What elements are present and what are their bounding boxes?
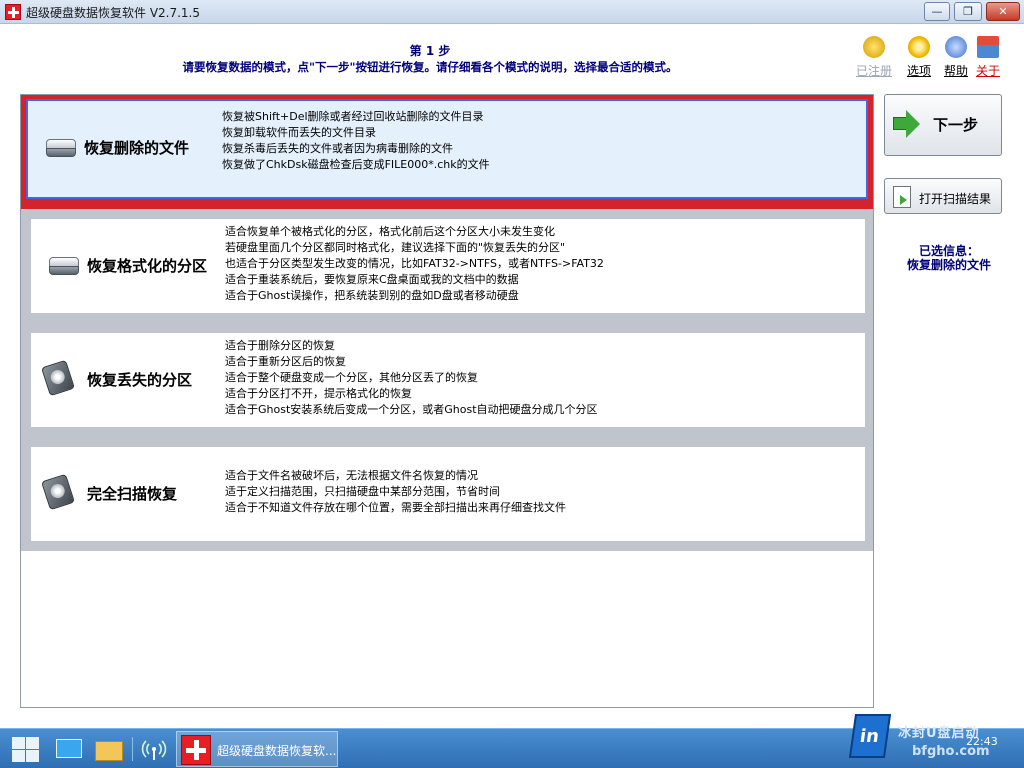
mode-row-full-scan[interactable]: 完全扫描恢复 适合于文件名被破坏后，无法根据文件名恢复的情况 适于定义扫描范围，… — [21, 437, 873, 551]
selection-value: 恢复删除的文件 — [906, 258, 991, 272]
hard-drive-icon — [41, 359, 75, 397]
mode-name: 恢复丢失的分区 — [87, 371, 193, 389]
mode-list: 恢复删除的文件 恢复被Shift+Del删除或者经过回收站删除的文件目录 恢复卸… — [20, 94, 874, 708]
folder-icon[interactable] — [94, 735, 123, 763]
mode-line: 适于定义扫描范围，只扫描硬盘中某部分范围，节省时间 — [225, 485, 500, 498]
registered-label: 已注册 — [856, 64, 893, 78]
mode-line: 适合于重新分区后的恢复 — [225, 355, 346, 368]
help-label: 帮助 — [943, 64, 968, 78]
taskbar-app-button[interactable]: 超级硬盘数据恢复软... — [176, 731, 338, 767]
mode-line: 恢复卸载软件而丢失的文件目录 — [222, 126, 376, 139]
mode-name: 完全扫描恢复 — [87, 485, 178, 503]
hard-drive-icon — [41, 473, 75, 511]
mode-line: 适合于Ghost误操作，把系统装到别的盘如D盘或者移动硬盘 — [225, 289, 519, 302]
mode-line: 适合于文件名被破坏后，无法根据文件名恢复的情况 — [225, 469, 478, 482]
taskbar-app-label: 超级硬盘数据恢复软... — [217, 744, 337, 758]
help-icon — [945, 36, 967, 58]
disk-icon — [46, 139, 76, 157]
house-icon — [977, 36, 999, 58]
mode-name: 恢复删除的文件 — [84, 139, 190, 157]
mode-line: 适合于整个硬盘变成一个分区，其他分区丢了的恢复 — [225, 371, 478, 384]
step-description: 请要恢复数据的模式，点"下一步"按钮进行恢复。请仔细看各个模式的说明，选择最合适… — [182, 60, 678, 74]
mode-name: 恢复格式化的分区 — [87, 257, 208, 275]
main-window: 第 1 步 请要恢复数据的模式，点"下一步"按钮进行恢复。请仔细看各个模式的说明… — [0, 24, 1024, 728]
help-button[interactable]: 帮助 — [938, 36, 974, 79]
gear-icon — [908, 36, 930, 58]
mode-line: 适合于不知道文件存放在哪个位置，需要全部扫描出来再仔细查找文件 — [225, 501, 566, 514]
toolbar: 已注册 选项 帮助 关于 — [856, 36, 1006, 88]
window-title: 超级硬盘数据恢复软件 V2.7.1.5 — [26, 6, 201, 20]
open-file-icon — [893, 186, 911, 208]
mode-row-recover-lost-partition[interactable]: 恢复丢失的分区 适合于删除分区的恢复 适合于重新分区后的恢复 适合于整个硬盘变成… — [21, 323, 873, 437]
mode-row-recover-formatted[interactable]: 恢复格式化的分区 适合恢复单个被格式化的分区，格式化前后这个分区大小未发生变化 … — [21, 209, 873, 323]
mode-line: 恢复被Shift+Del删除或者经过回收站删除的文件目录 — [222, 110, 484, 123]
close-button[interactable]: ✕ — [986, 2, 1020, 21]
minimize-button[interactable]: — — [924, 2, 950, 21]
mode-line: 恢复做了ChkDsk磁盘检查后变成FILE000*.chk的文件 — [222, 158, 490, 171]
mode-line: 适合于Ghost安装系统后变成一个分区，或者Ghost自动把硬盘分成几个分区 — [225, 403, 598, 416]
mode-card[interactable]: 恢复丢失的分区 适合于删除分区的恢复 适合于重新分区后的恢复 适合于整个硬盘变成… — [31, 333, 865, 427]
watermark-logo: in — [848, 714, 892, 758]
maximize-button[interactable]: ❐ — [954, 2, 982, 21]
next-step-button[interactable]: 下一步 — [884, 94, 1002, 156]
mode-line: 适合恢复单个被格式化的分区，格式化前后这个分区大小未发生变化 — [225, 225, 555, 238]
mode-card[interactable]: 完全扫描恢复 适合于文件名被破坏后，无法根据文件名恢复的情况 适于定义扫描范围，… — [31, 447, 865, 541]
mode-card[interactable]: 恢复删除的文件 恢复被Shift+Del删除或者经过回收站删除的文件目录 恢复卸… — [26, 99, 868, 199]
step-title: 第 1 步 — [409, 44, 451, 58]
open-scan-results-button[interactable]: 打开扫描结果 — [884, 178, 1002, 214]
mode-description: 适合于删除分区的恢复 适合于重新分区后的恢复 适合于整个硬盘变成一个分区，其他分… — [225, 338, 598, 418]
mode-description: 适合于文件名被破坏后，无法根据文件名恢复的情况 适于定义扫描范围，只扫描硬盘中某… — [225, 468, 566, 516]
disk-icon — [49, 257, 79, 275]
app-icon — [181, 735, 211, 765]
mode-line: 适合于重装系统后，要恢复原来C盘桌面或我的文档中的数据 — [225, 273, 519, 286]
mode-line: 适合于分区打不开，提示格式化的恢复 — [225, 387, 412, 400]
app-icon[interactable] — [5, 4, 21, 20]
start-button[interactable] — [10, 735, 40, 763]
mode-card[interactable]: 恢复格式化的分区 适合恢复单个被格式化的分区，格式化前后这个分区大小未发生变化 … — [31, 219, 865, 313]
mode-row-recover-deleted[interactable]: 恢复删除的文件 恢复被Shift+Del删除或者经过回收站删除的文件目录 恢复卸… — [21, 95, 873, 209]
about-label: 关于 — [975, 64, 1000, 78]
cart-icon — [863, 36, 885, 58]
desktop-icon[interactable] — [54, 735, 82, 763]
registered-button[interactable]: 已注册 — [856, 36, 892, 79]
about-button[interactable]: 关于 — [970, 36, 1006, 79]
title-bar[interactable]: 超级硬盘数据恢复软件 V2.7.1.5 — ❐ ✕ — [0, 0, 1024, 24]
clock-time[interactable]: 22:43 — [966, 735, 998, 748]
arrow-right-icon — [893, 110, 920, 138]
mode-line: 恢复杀毒后丢失的文件或者因为病毒删除的文件 — [222, 142, 453, 155]
selection-heading: 已选信息： — [918, 244, 979, 258]
open-scan-results-label: 打开扫描结果 — [919, 192, 992, 206]
mode-line: 若硬盘里面几个分区都同时格式化，建议选择下面的"恢复丢失的分区" — [225, 241, 566, 254]
mode-line: 适合于删除分区的恢复 — [225, 339, 335, 352]
mode-description: 恢复被Shift+Del删除或者经过回收站删除的文件目录 恢复卸载软件而丢失的文… — [222, 109, 490, 173]
taskbar-separator — [132, 737, 133, 761]
network-icon[interactable] — [140, 735, 168, 763]
selection-info: 已选信息： 恢复删除的文件 — [874, 244, 1024, 272]
options-button[interactable]: 选项 — [901, 36, 937, 79]
options-label: 选项 — [906, 64, 931, 78]
next-step-label: 下一步 — [933, 116, 979, 134]
mode-line: 也适合于分区类型发生改变的情况，比如FAT32->NTFS，或者NTFS->FA… — [225, 257, 604, 270]
mode-description: 适合恢复单个被格式化的分区，格式化前后这个分区大小未发生变化 若硬盘里面几个分区… — [225, 224, 604, 304]
